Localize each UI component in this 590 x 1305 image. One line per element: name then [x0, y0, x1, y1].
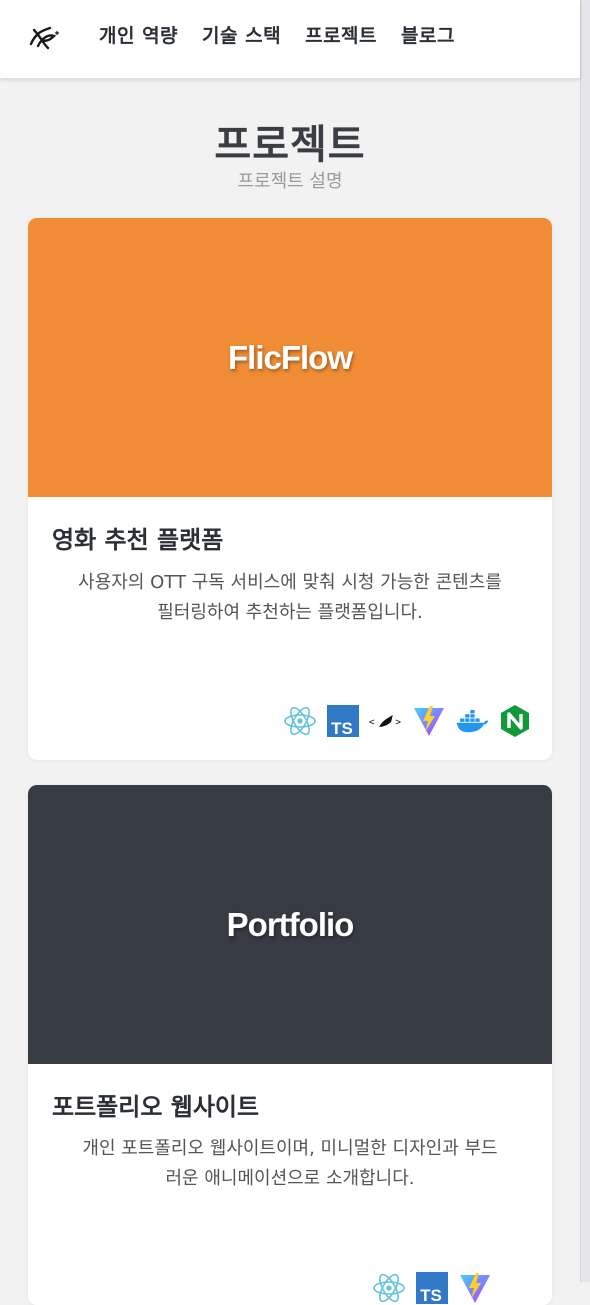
- project-banner: Portfolio: [28, 785, 552, 1064]
- nav-item-projects[interactable]: 프로젝트: [305, 21, 377, 48]
- section-subtitle: 프로젝트 설명: [237, 171, 343, 192]
- svg-text:TS: TS: [420, 1286, 442, 1305]
- nav-item-blog[interactable]: 블로그: [401, 21, 455, 48]
- react-icon: [283, 704, 317, 738]
- typescript-icon: TS: [326, 704, 360, 738]
- section-title: 프로젝트: [214, 122, 366, 168]
- nav-item-tech-stack[interactable]: 기술 스택: [202, 21, 281, 48]
- project-card-portfolio[interactable]: Portfolio 포트폴리오 웹사이트 개인 포트폴리오 웹사이트이며, 미니…: [28, 785, 552, 1305]
- top-navigation: 개인 역량 기술 스택 프로젝트 블로그: [0, 0, 580, 78]
- main-nav: 개인 역량 기술 스택 프로젝트 블로그: [99, 21, 455, 48]
- react-icon: [372, 1271, 406, 1305]
- project-description-line: 러운 애니메이션으로 소개합니다.: [165, 1168, 415, 1189]
- project-banner: FlicFlow: [28, 218, 552, 497]
- nginx-icon: [498, 704, 532, 738]
- tech-stack-icons: TS < >: [283, 704, 532, 738]
- project-description: 개인 포트폴리오 웹사이트이며, 미니멀한 디자인과 부드 러운 애니메이션으로…: [52, 1134, 528, 1194]
- vite-icon: [412, 704, 446, 738]
- docker-icon: [455, 704, 489, 738]
- project-description-line: 개인 포트폴리오 웹사이트이며, 미니멀한 디자인과 부드: [82, 1138, 498, 1159]
- project-banner-title: FlicFlow: [228, 338, 353, 376]
- svg-text:TS: TS: [331, 719, 353, 738]
- project-description-line: 사용자의 OTT 구독 서비스에 맞춰 시청 가능한 콘텐츠를: [78, 572, 502, 593]
- project-card-flicflow[interactable]: FlicFlow 영화 추천 플랫폼 사용자의 OTT 구독 서비스에 맞춰 시…: [28, 218, 552, 760]
- project-description-line: 필터링하여 추천하는 플랫폼입니다.: [157, 602, 423, 623]
- scrollbar-track[interactable]: [580, 0, 590, 1282]
- svg-text:<: <: [369, 717, 375, 728]
- logo-icon[interactable]: [28, 24, 62, 52]
- svg-text:>: >: [395, 717, 401, 728]
- project-banner-title: Portfolio: [226, 905, 355, 943]
- nav-item-competency[interactable]: 개인 역량: [99, 21, 178, 48]
- typescript-icon: TS: [415, 1271, 449, 1305]
- styled-components-icon: < >: [369, 704, 403, 738]
- project-title: 포트폴리오 웹사이트: [52, 1093, 260, 1121]
- project-description: 사용자의 OTT 구독 서비스에 맞춰 시청 가능한 콘텐츠를 필터링하여 추천…: [52, 568, 528, 628]
- vite-icon: [458, 1271, 492, 1305]
- project-title: 영화 추천 플랫폼: [52, 526, 224, 554]
- tech-stack-icons: TS: [372, 1271, 492, 1305]
